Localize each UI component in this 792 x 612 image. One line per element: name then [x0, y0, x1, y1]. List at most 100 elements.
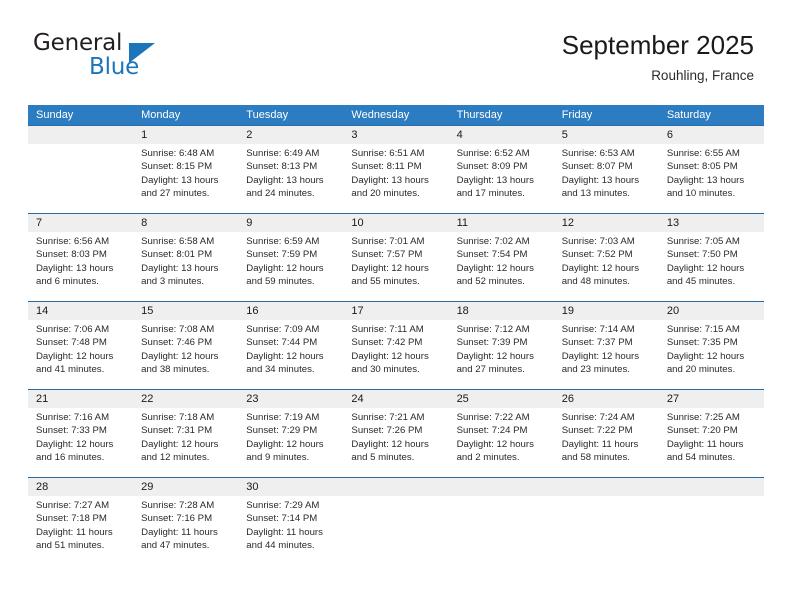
day-number[interactable]: [343, 478, 448, 496]
day-number[interactable]: 15: [133, 302, 238, 320]
day-number[interactable]: 20: [659, 302, 764, 320]
sunrise-text: Sunrise: 7:03 AM: [561, 236, 635, 247]
day-cell[interactable]: Sunrise: 7:27 AM Sunset: 7:18 PM Dayligh…: [28, 496, 133, 565]
day-cell[interactable]: Sunrise: 7:22 AM Sunset: 7:24 PM Dayligh…: [449, 408, 554, 477]
weekday-header-row: Sunday Monday Tuesday Wednesday Thursday…: [28, 105, 764, 125]
daylight-text: Daylight: 11 hours: [141, 526, 218, 538]
sunrise-text: Sunrise: 6:59 AM: [246, 236, 320, 247]
day-number[interactable]: 17: [343, 302, 448, 320]
day-cell[interactable]: [28, 144, 133, 213]
day-cell[interactable]: Sunrise: 6:53 AM Sunset: 8:07 PM Dayligh…: [554, 144, 659, 213]
sunrise-text: Sunrise: 7:19 AM: [246, 412, 320, 423]
day-cell[interactable]: Sunrise: 6:58 AM Sunset: 8:01 PM Dayligh…: [133, 232, 238, 301]
day-number[interactable]: 8: [133, 214, 238, 232]
daylight-text-cont: and 30 minutes.: [351, 364, 420, 376]
day-number[interactable]: 3: [343, 126, 448, 144]
day-number[interactable]: 5: [554, 126, 659, 144]
day-number[interactable]: 23: [238, 390, 343, 408]
day-number[interactable]: 13: [659, 214, 764, 232]
sunrise-text: Sunrise: 7:06 AM: [36, 324, 110, 335]
daylight-text-cont: and 47 minutes.: [141, 540, 210, 552]
day-number[interactable]: 1: [133, 126, 238, 144]
day-number[interactable]: [554, 478, 659, 496]
day-number[interactable]: 16: [238, 302, 343, 320]
week-row: 21 22 23 24 25 26 27 Sunrise: 7:16 AM Su…: [28, 389, 764, 477]
day-cell[interactable]: Sunrise: 7:18 AM Sunset: 7:31 PM Dayligh…: [133, 408, 238, 477]
day-cell[interactable]: [554, 496, 659, 565]
daylight-text: Daylight: 12 hours: [36, 350, 114, 362]
day-number[interactable]: 9: [238, 214, 343, 232]
day-number[interactable]: 4: [449, 126, 554, 144]
day-number[interactable]: 6: [659, 126, 764, 144]
day-number[interactable]: 10: [343, 214, 448, 232]
sunrise-text: Sunrise: 6:49 AM: [246, 148, 320, 159]
day-cell[interactable]: [343, 496, 448, 565]
day-number[interactable]: 12: [554, 214, 659, 232]
day-cell[interactable]: Sunrise: 7:05 AM Sunset: 7:50 PM Dayligh…: [659, 232, 764, 301]
day-cell[interactable]: Sunrise: 7:06 AM Sunset: 7:48 PM Dayligh…: [28, 320, 133, 389]
sunset-text: Sunset: 7:48 PM: [36, 337, 107, 349]
daylight-text-cont: and 27 minutes.: [141, 188, 210, 200]
day-number[interactable]: 2: [238, 126, 343, 144]
sunrise-text: Sunrise: 6:55 AM: [666, 148, 740, 159]
day-cell[interactable]: Sunrise: 7:28 AM Sunset: 7:16 PM Dayligh…: [133, 496, 238, 565]
day-cell[interactable]: Sunrise: 7:15 AM Sunset: 7:35 PM Dayligh…: [659, 320, 764, 389]
day-cell[interactable]: Sunrise: 7:16 AM Sunset: 7:33 PM Dayligh…: [28, 408, 133, 477]
daylight-text: Daylight: 11 hours: [246, 526, 323, 538]
sunset-text: Sunset: 8:13 PM: [246, 161, 318, 173]
brand-logo[interactable]: General Blue: [33, 30, 213, 86]
day-cell[interactable]: Sunrise: 6:56 AM Sunset: 8:03 PM Dayligh…: [28, 232, 133, 301]
day-cell[interactable]: Sunrise: 7:19 AM Sunset: 7:29 PM Dayligh…: [238, 408, 343, 477]
day-cell[interactable]: Sunrise: 6:51 AM Sunset: 8:11 PM Dayligh…: [343, 144, 448, 213]
day-cell[interactable]: Sunrise: 7:08 AM Sunset: 7:46 PM Dayligh…: [133, 320, 238, 389]
day-number[interactable]: 26: [554, 390, 659, 408]
sunset-text: Sunset: 7:44 PM: [246, 337, 318, 349]
sunset-text: Sunset: 7:50 PM: [666, 249, 738, 261]
day-number[interactable]: 27: [659, 390, 764, 408]
day-cell[interactable]: Sunrise: 6:48 AM Sunset: 8:15 PM Dayligh…: [133, 144, 238, 213]
day-number[interactable]: 7: [28, 214, 133, 232]
day-number[interactable]: 19: [554, 302, 659, 320]
sunrise-text: Sunrise: 7:25 AM: [666, 412, 740, 423]
day-cell[interactable]: Sunrise: 7:21 AM Sunset: 7:26 PM Dayligh…: [343, 408, 448, 477]
day-number[interactable]: [659, 478, 764, 496]
day-cell[interactable]: Sunrise: 6:49 AM Sunset: 8:13 PM Dayligh…: [238, 144, 343, 213]
day-cell[interactable]: [449, 496, 554, 565]
day-cell[interactable]: [659, 496, 764, 565]
sunrise-text: Sunrise: 7:11 AM: [351, 324, 424, 335]
day-number[interactable]: 22: [133, 390, 238, 408]
day-number[interactable]: 21: [28, 390, 133, 408]
day-number[interactable]: [28, 126, 133, 144]
day-cell[interactable]: Sunrise: 6:59 AM Sunset: 7:59 PM Dayligh…: [238, 232, 343, 301]
day-cell[interactable]: Sunrise: 7:03 AM Sunset: 7:52 PM Dayligh…: [554, 232, 659, 301]
day-cell[interactable]: Sunrise: 7:29 AM Sunset: 7:14 PM Dayligh…: [238, 496, 343, 565]
day-number-band: 1 2 3 4 5 6: [28, 126, 764, 144]
day-cell[interactable]: Sunrise: 7:25 AM Sunset: 7:20 PM Dayligh…: [659, 408, 764, 477]
sunrise-text: Sunrise: 6:48 AM: [141, 148, 215, 159]
daylight-text: Daylight: 12 hours: [351, 438, 429, 450]
day-number[interactable]: 14: [28, 302, 133, 320]
day-number[interactable]: 11: [449, 214, 554, 232]
day-cell[interactable]: Sunrise: 7:12 AM Sunset: 7:39 PM Dayligh…: [449, 320, 554, 389]
day-number[interactable]: 18: [449, 302, 554, 320]
day-cell[interactable]: Sunrise: 7:01 AM Sunset: 7:57 PM Dayligh…: [343, 232, 448, 301]
day-cell[interactable]: Sunrise: 7:02 AM Sunset: 7:54 PM Dayligh…: [449, 232, 554, 301]
day-number[interactable]: 25: [449, 390, 554, 408]
day-cell[interactable]: Sunrise: 6:52 AM Sunset: 8:09 PM Dayligh…: [449, 144, 554, 213]
day-cell[interactable]: Sunrise: 7:11 AM Sunset: 7:42 PM Dayligh…: [343, 320, 448, 389]
sunset-text: Sunset: 7:54 PM: [456, 249, 528, 261]
day-cell[interactable]: Sunrise: 7:24 AM Sunset: 7:22 PM Dayligh…: [554, 408, 659, 477]
day-cell[interactable]: Sunrise: 6:55 AM Sunset: 8:05 PM Dayligh…: [659, 144, 764, 213]
sunset-text: Sunset: 8:07 PM: [561, 161, 633, 173]
daylight-text: Daylight: 12 hours: [456, 262, 534, 274]
daylight-text-cont: and 12 minutes.: [141, 452, 210, 464]
day-cell[interactable]: Sunrise: 7:14 AM Sunset: 7:37 PM Dayligh…: [554, 320, 659, 389]
day-cell[interactable]: Sunrise: 7:09 AM Sunset: 7:44 PM Dayligh…: [238, 320, 343, 389]
day-number[interactable]: 29: [133, 478, 238, 496]
day-number[interactable]: 30: [238, 478, 343, 496]
day-number[interactable]: [449, 478, 554, 496]
day-number[interactable]: 28: [28, 478, 133, 496]
day-number[interactable]: 24: [343, 390, 448, 408]
brand-name-general: General: [33, 30, 123, 56]
sunset-text: Sunset: 8:11 PM: [351, 161, 422, 173]
